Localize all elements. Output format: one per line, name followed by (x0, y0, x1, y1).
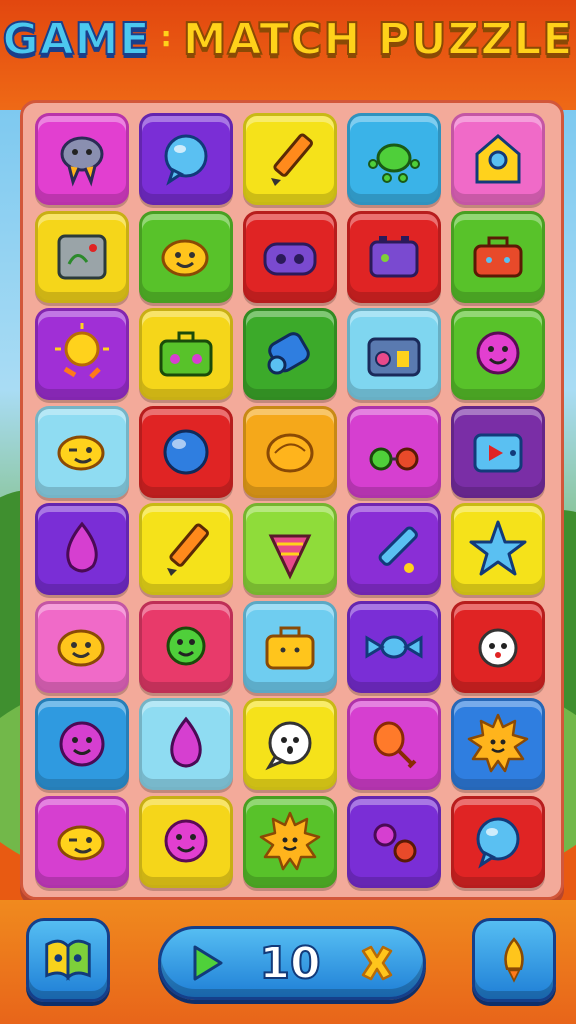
sun-face-icon (259, 811, 321, 870)
tile-wink-face[interactable] (35, 795, 129, 888)
title-word-match-puzzle: MATCH PUZZLE (182, 13, 574, 66)
tile-sun[interactable] (35, 308, 129, 400)
tile-drumstick[interactable] (347, 698, 441, 790)
speech-bubble-icon (476, 817, 520, 869)
balls-icon (373, 823, 417, 862)
battery-icon (369, 235, 419, 277)
tile-star[interactable] (451, 503, 545, 595)
star-icon (469, 520, 527, 576)
tile-bread[interactable] (243, 405, 337, 498)
tile-frog[interactable] (347, 113, 441, 205)
tile-bag[interactable] (243, 600, 337, 693)
tile-house[interactable] (451, 113, 545, 205)
tile-candy[interactable] (347, 600, 441, 693)
boost-button[interactable] (472, 918, 556, 1002)
tile-drop[interactable] (139, 698, 233, 790)
wink-face-icon (57, 825, 105, 860)
can-icon (267, 332, 310, 375)
rocket-icon (504, 937, 524, 983)
tile-pencil[interactable] (243, 113, 337, 205)
tile-robot-face[interactable] (243, 210, 337, 303)
ball-face-icon (59, 721, 105, 767)
turtle-icon (166, 626, 206, 665)
orb-icon (163, 429, 209, 474)
sun-icon (55, 323, 109, 379)
tile-balls[interactable] (347, 795, 441, 888)
tile-can[interactable] (243, 308, 337, 400)
speech-bubble-icon (164, 134, 208, 186)
robot-face-icon (263, 242, 317, 275)
tile-ball-face[interactable] (35, 698, 129, 790)
drop-icon (170, 716, 202, 768)
tile-blob-face[interactable] (139, 795, 233, 888)
tile-speech-bubble[interactable] (139, 113, 233, 205)
tile-pencil[interactable] (139, 503, 233, 595)
title-word-game: GAME (2, 13, 151, 66)
ice-cream-icon (268, 534, 312, 580)
wink-face-icon (57, 435, 105, 470)
blob-face-icon (476, 331, 520, 375)
tile-suitcase[interactable] (139, 308, 233, 400)
tile-turtle[interactable] (139, 600, 233, 693)
tile-orb[interactable] (139, 405, 233, 498)
smiley-icon (57, 629, 105, 666)
creature-icon (60, 136, 104, 187)
radio-icon (367, 337, 421, 377)
tile-sun-face[interactable] (451, 698, 545, 790)
bread-icon (266, 433, 314, 472)
puzzle-board (20, 100, 564, 900)
brush-icon (378, 526, 418, 573)
pencil-icon (167, 523, 209, 576)
tile-gadget[interactable] (35, 210, 129, 303)
bag-icon (265, 626, 315, 669)
tile-glasses[interactable] (347, 405, 441, 498)
title-separator: : (160, 20, 173, 53)
tile-creature[interactable] (35, 113, 129, 205)
blob-face-icon (164, 819, 208, 862)
tile-radio[interactable] (347, 308, 441, 400)
drop-icon (66, 521, 98, 573)
tile-speech-bubble[interactable] (451, 795, 545, 888)
ghost-icon (478, 628, 518, 667)
score-bar: 10 (158, 926, 426, 1000)
tile-toolbox[interactable] (451, 210, 545, 303)
drumstick-icon (373, 721, 417, 769)
house-icon (475, 134, 521, 184)
tile-blob-face[interactable] (451, 308, 545, 400)
smiley-icon (161, 239, 209, 276)
tile-smiley[interactable] (35, 600, 129, 693)
tile-ice-cream[interactable] (243, 503, 337, 595)
close-icon[interactable] (355, 941, 399, 985)
tile-drop[interactable] (35, 503, 129, 595)
score-value: 10 (258, 937, 321, 990)
tile-wink-face[interactable] (35, 405, 129, 498)
tile-smiley[interactable] (139, 210, 233, 303)
tile-ghost-bubble[interactable] (243, 698, 337, 790)
toolbox-icon (473, 236, 523, 277)
play-icon[interactable] (187, 943, 227, 983)
tv-icon (473, 433, 523, 472)
map-button[interactable] (26, 918, 110, 1002)
suitcase-icon (159, 331, 213, 377)
pencil-icon (271, 133, 313, 186)
tile-ghost[interactable] (451, 600, 545, 693)
map-icon (45, 939, 91, 981)
glasses-icon (369, 447, 419, 470)
tile-brush[interactable] (347, 503, 441, 595)
sun-face-icon (467, 713, 529, 773)
ghost-bubble-icon (265, 721, 312, 771)
candy-icon (365, 634, 423, 659)
gadget-icon (57, 234, 107, 279)
tile-sun-face[interactable] (243, 795, 337, 888)
tile-tv[interactable] (451, 405, 545, 498)
frog-icon (368, 143, 420, 183)
tile-battery[interactable] (347, 210, 441, 303)
game-title: GAME: MATCH PUZZLE (0, 13, 576, 66)
